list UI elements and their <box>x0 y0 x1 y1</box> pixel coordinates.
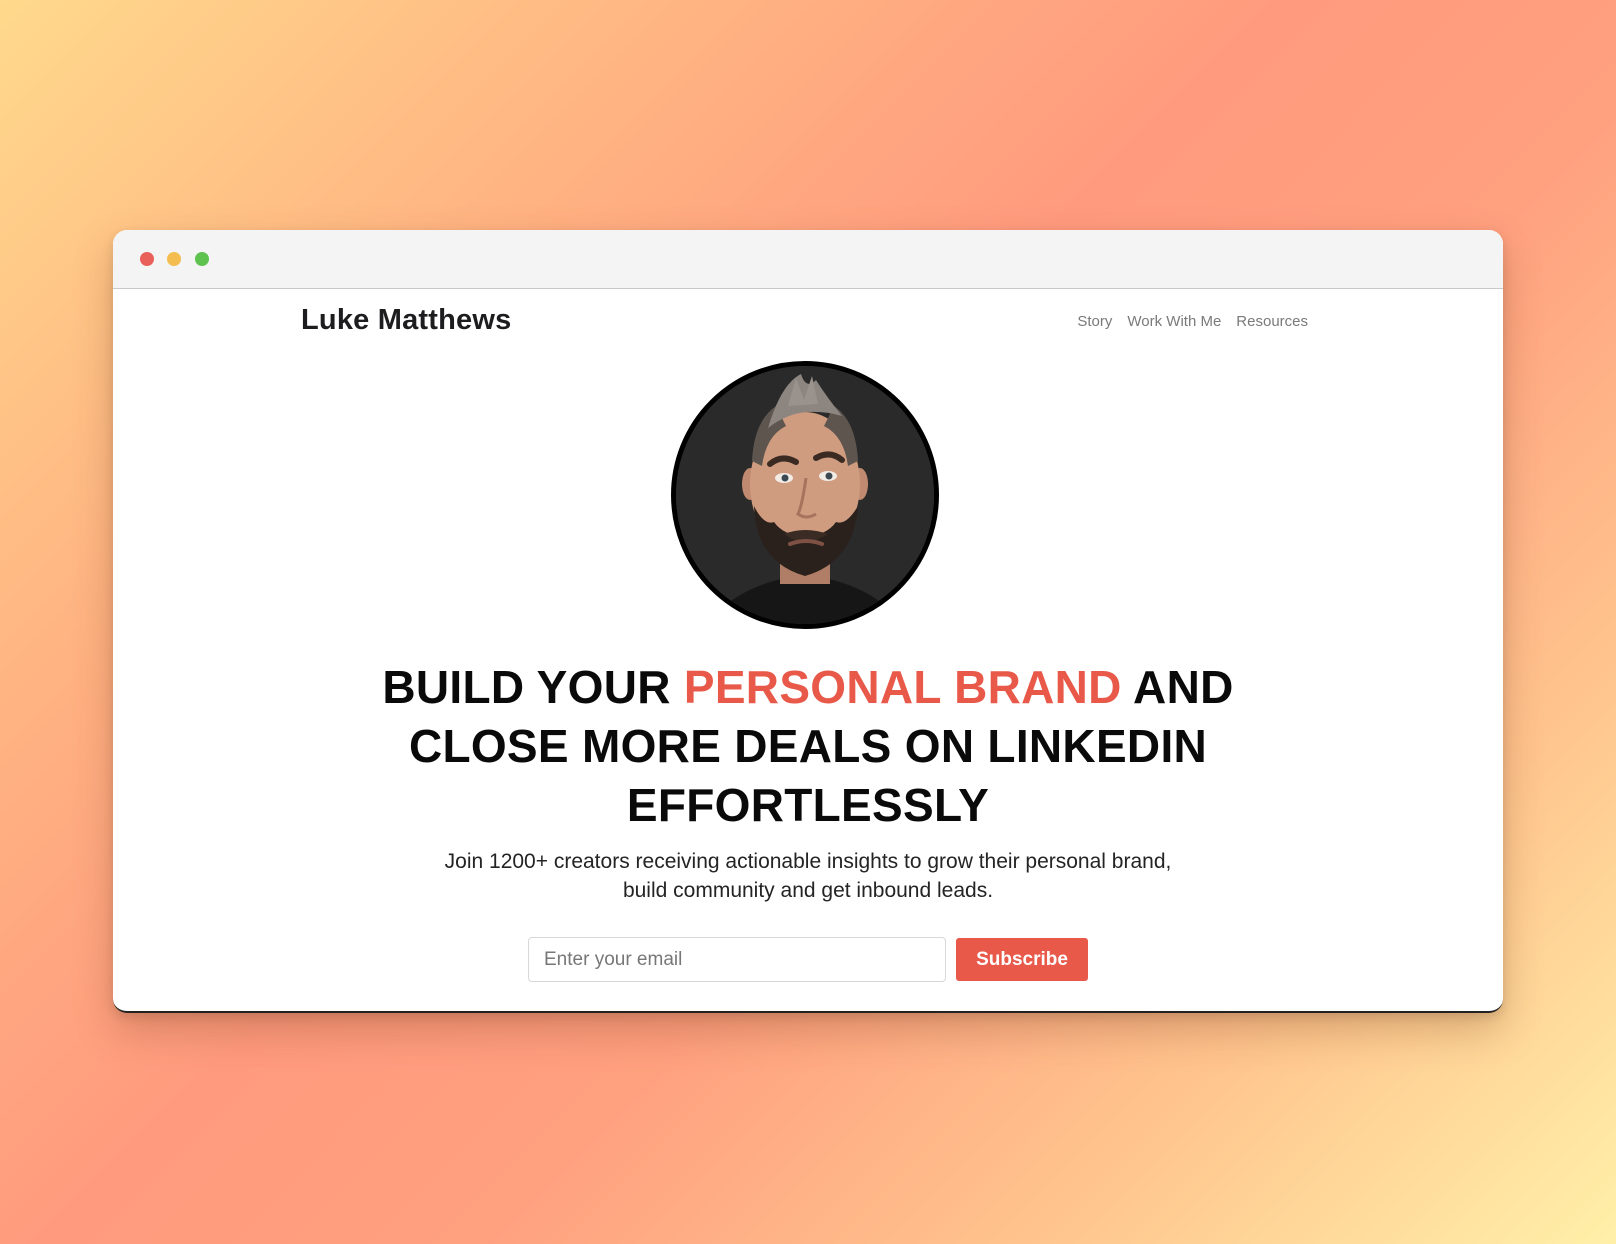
maximize-window-button[interactable] <box>195 252 209 266</box>
nav-link-resources[interactable]: Resources <box>1236 313 1308 330</box>
email-input[interactable] <box>528 937 946 982</box>
newsletter-signup-form: Subscribe <box>528 937 1088 982</box>
site-header: Luke Matthews Story Work With Me Resourc… <box>113 288 1503 358</box>
hero-subtext: Join 1200+ creators receiving actionable… <box>113 847 1503 905</box>
close-window-button[interactable] <box>140 252 154 266</box>
browser-toolbar <box>113 230 1503 289</box>
nav-link-work-with-me[interactable]: Work With Me <box>1127 313 1221 330</box>
subtext-line2: build community and get inbound leads. <box>622 879 994 902</box>
profile-photo <box>671 361 939 629</box>
headline-accent: PERSONAL BRAND <box>683 661 1122 713</box>
nav-link-story[interactable]: Story <box>1077 313 1112 330</box>
headline-line3: EFFORTLESSLY <box>626 779 990 831</box>
headline-part1: BUILD YOUR <box>382 661 684 713</box>
hero-headline: BUILD YOUR PERSONAL BRAND AND CLOSE MORE… <box>113 658 1503 835</box>
headline-line2: CLOSE MORE DEALS ON LINKEDIN <box>408 720 1208 772</box>
subscribe-button[interactable]: Subscribe <box>956 938 1088 981</box>
site-brand[interactable]: Luke Matthews <box>301 304 511 337</box>
main-nav: Story Work With Me Resources <box>1077 313 1308 330</box>
portrait-illustration <box>676 366 934 624</box>
headline-part2: AND <box>1121 661 1234 713</box>
subtext-line1: Join 1200+ creators receiving actionable… <box>444 850 1172 873</box>
minimize-window-button[interactable] <box>167 252 181 266</box>
browser-window: Luke Matthews Story Work With Me Resourc… <box>113 230 1503 1013</box>
